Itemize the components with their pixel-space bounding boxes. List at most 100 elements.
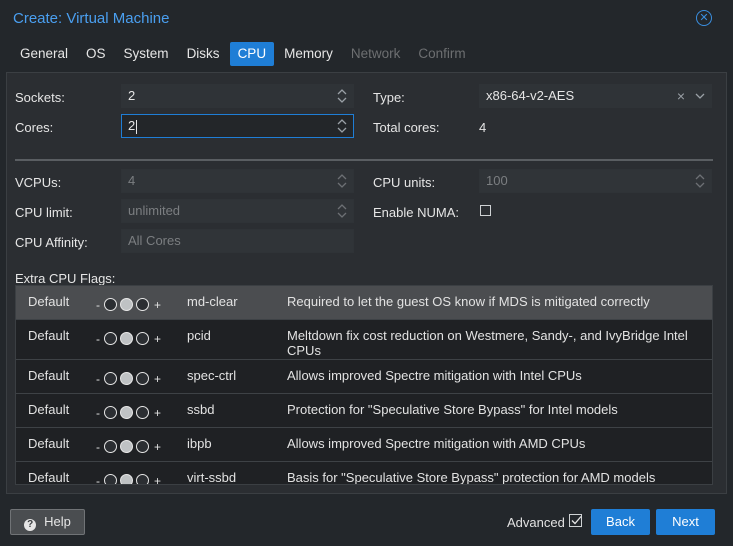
radio-off[interactable] (104, 406, 117, 419)
sockets-field[interactable]: 2 (121, 84, 354, 108)
flag-description: Protection for "Speculative Store Bypass… (287, 402, 618, 417)
radio-on[interactable] (136, 440, 149, 453)
cpu-units-value: 100 (486, 173, 508, 188)
plus-label: + (154, 474, 162, 485)
radio-default[interactable] (120, 298, 133, 311)
cores-field[interactable]: 2 (121, 114, 354, 138)
clear-icon[interactable]: × (677, 85, 685, 107)
tab-os[interactable]: OS (78, 42, 114, 66)
plus-label: + (154, 372, 162, 386)
radio-on[interactable] (136, 406, 149, 419)
total-cores-value: 4 (479, 120, 487, 135)
minus-label: - (96, 406, 100, 420)
spinner-icon[interactable] (337, 202, 347, 220)
minus-label: - (96, 298, 100, 312)
total-cores-label: Total cores: (373, 120, 440, 135)
table-row[interactable]: Default - + ssbd Protection for "Specula… (16, 394, 712, 428)
radio-off[interactable] (104, 298, 117, 311)
radio-on[interactable] (136, 332, 149, 345)
spinner-icon[interactable] (695, 172, 705, 190)
radio-off[interactable] (104, 332, 117, 345)
tab-cpu[interactable]: CPU (229, 42, 275, 66)
plus-label: + (154, 298, 162, 312)
radio-default[interactable] (120, 406, 133, 419)
radio-default[interactable] (120, 332, 133, 345)
radio-off[interactable] (104, 474, 117, 484)
sockets-label: Sockets: (15, 90, 65, 105)
flag-state: Default (28, 402, 70, 417)
radio-off[interactable] (104, 372, 117, 385)
flag-description: Basis for "Speculative Store Bypass" pro… (287, 470, 656, 485)
tristate-selector[interactable]: - + (96, 438, 166, 454)
tristate-selector[interactable]: - + (96, 296, 166, 312)
extra-cpu-flags-label: Extra CPU Flags: (15, 271, 116, 286)
dialog-title: Create: Virtual Machine (13, 10, 170, 27)
table-row[interactable]: Default - + md-clear Required to let the… (16, 286, 712, 320)
spinner-icon[interactable] (337, 87, 347, 105)
section-divider (15, 159, 713, 161)
cpu-limit-value: unlimited (128, 203, 181, 218)
radio-on[interactable] (136, 474, 149, 484)
wizard-tabs: General OS System Disks CPU Memory Netwo… (12, 42, 474, 66)
minus-label: - (96, 440, 100, 454)
tab-disks[interactable]: Disks (179, 42, 228, 66)
help-icon: ? (24, 519, 37, 531)
advanced-checkbox[interactable] (569, 514, 582, 527)
cores-value: 2 (128, 118, 136, 133)
flag-state: Default (28, 436, 70, 451)
next-button[interactable]: Next (656, 509, 715, 535)
flag-description: Required to let the guest OS know if MDS… (287, 294, 650, 309)
flag-name: md-clear (187, 294, 238, 309)
tab-network: Network (350, 46, 401, 61)
type-select[interactable]: x86-64-v2-AES × (479, 84, 712, 108)
close-icon[interactable]: ✕ (696, 10, 712, 26)
radio-default[interactable] (120, 372, 133, 385)
cpu-flags-grid: Default - + md-clear Required to let the… (15, 285, 713, 485)
radio-default[interactable] (120, 474, 133, 484)
tab-memory[interactable]: Memory (276, 42, 341, 66)
vcpus-label: VCPUs: (15, 175, 62, 190)
minus-label: - (96, 332, 100, 346)
radio-on[interactable] (136, 372, 149, 385)
tristate-selector[interactable]: - + (96, 472, 166, 485)
tab-general[interactable]: General (12, 42, 76, 66)
chevron-down-icon[interactable] (695, 85, 705, 115)
minus-label: - (96, 474, 100, 485)
tristate-selector[interactable]: - + (96, 404, 166, 420)
flag-name: ibpb (187, 436, 212, 451)
cpu-affinity-label: CPU Affinity: (15, 235, 88, 250)
cpu-limit-field[interactable]: unlimited (121, 199, 354, 223)
cpu-units-field[interactable]: 100 (479, 169, 712, 193)
spinner-icon[interactable] (337, 172, 347, 190)
tristate-selector[interactable]: - + (96, 370, 166, 386)
cpu-panel: Sockets: 2 Cores: 2 Type: x86-64-v2-AES … (6, 72, 727, 494)
table-row[interactable]: Default - + pcid Meltdown fix cost reduc… (16, 320, 712, 360)
radio-on[interactable] (136, 298, 149, 311)
table-row[interactable]: Default - + spec-ctrl Allows improved Sp… (16, 360, 712, 394)
table-row[interactable]: Default - + ibpb Allows improved Spectre… (16, 428, 712, 462)
flag-name: pcid (187, 328, 211, 343)
tristate-selector[interactable]: - + (96, 330, 166, 346)
enable-numa-checkbox[interactable] (480, 205, 491, 216)
vcpus-field[interactable]: 4 (121, 169, 354, 193)
cores-label: Cores: (15, 120, 54, 135)
back-button[interactable]: Back (591, 509, 650, 535)
radio-default[interactable] (120, 440, 133, 453)
advanced-label: Advanced (507, 515, 565, 530)
tab-system[interactable]: System (116, 42, 177, 66)
help-button[interactable]: ? Help (10, 509, 85, 535)
flag-name: ssbd (187, 402, 215, 417)
cpu-units-label: CPU units: (373, 175, 436, 190)
create-vm-dialog: Create: Virtual Machine ✕ General OS Sys… (0, 0, 733, 546)
plus-label: + (154, 332, 162, 346)
table-row[interactable]: Default - + virt-ssbd Basis for "Specula… (16, 462, 712, 485)
spinner-icon[interactable] (337, 117, 347, 135)
tab-confirm: Confirm (418, 46, 466, 61)
type-value: x86-64-v2-AES (486, 88, 575, 103)
flag-state: Default (28, 368, 70, 383)
radio-off[interactable] (104, 440, 117, 453)
flag-description: Meltdown fix cost reduction on Westmere,… (287, 328, 688, 358)
cpu-affinity-field[interactable]: All Cores (121, 229, 354, 253)
text-caret (136, 119, 138, 134)
flag-name: virt-ssbd (187, 470, 237, 485)
